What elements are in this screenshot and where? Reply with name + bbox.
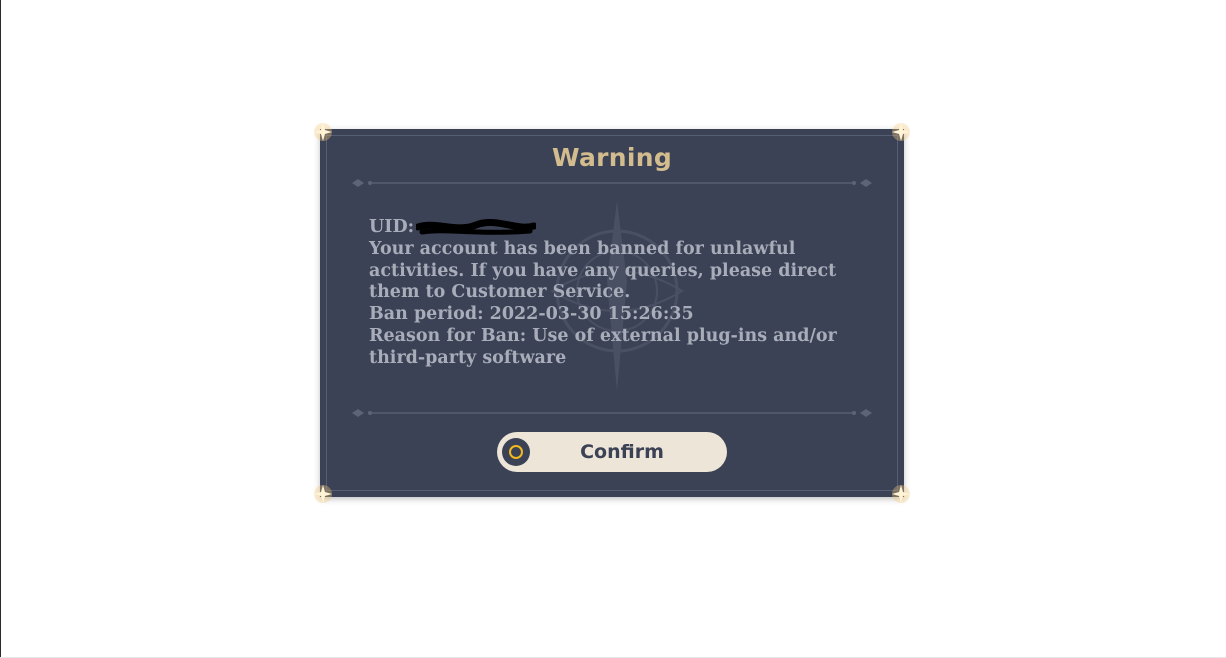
confirm-button-label: Confirm xyxy=(580,441,664,463)
uid-line: UID: xyxy=(369,217,849,239)
ban-reason-line: third-party software xyxy=(369,347,567,368)
message-line: activities. If you have any queries, ple… xyxy=(369,260,837,281)
warning-dialog: Warning UID: Your account has been banne… xyxy=(314,123,910,503)
corner-star-icon xyxy=(314,485,332,503)
dialog-title: Warning xyxy=(551,143,673,172)
uid-label: UID: xyxy=(369,217,415,237)
corner-star-icon xyxy=(892,123,910,141)
circle-icon xyxy=(502,438,530,466)
corner-star-icon xyxy=(892,485,910,503)
top-ornament-divider xyxy=(352,179,872,187)
confirm-button[interactable]: Confirm xyxy=(497,432,727,472)
ban-period-line: Ban period: 2022-03-30 15:26:35 xyxy=(369,304,694,325)
ban-reason-line: Reason for Ban: Use of external plug-ins… xyxy=(369,325,837,346)
corner-star-icon xyxy=(314,123,332,141)
message-line: them to Customer Service. xyxy=(369,282,631,303)
bottom-ornament-divider xyxy=(352,409,872,417)
left-window-edge xyxy=(0,0,1,658)
uid-redaction-scribble xyxy=(416,218,537,235)
message-line: Your account has been banned for unlawfu… xyxy=(369,238,796,259)
ban-message: UID: Your account has been banned for un… xyxy=(369,217,849,370)
